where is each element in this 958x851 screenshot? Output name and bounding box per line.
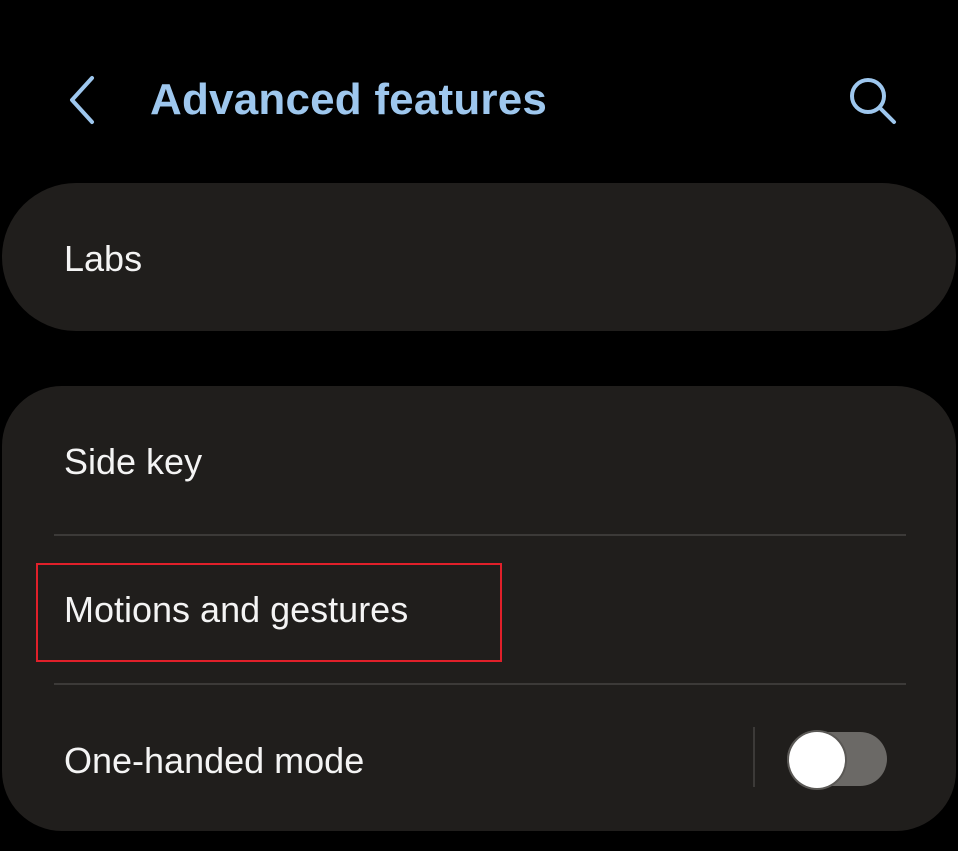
toggle-knob	[789, 732, 845, 788]
chevron-left-icon	[70, 76, 94, 124]
settings-item-label: Motions and gestures	[64, 589, 409, 630]
top-app-bar: Advanced features	[0, 0, 958, 180]
settings-item-label: Labs	[64, 238, 143, 279]
settings-item-motions-and-gestures[interactable]: Motions and gestures	[2, 536, 956, 683]
labs-card: Labs	[2, 183, 956, 331]
vertical-separator	[753, 727, 755, 787]
one-handed-mode-toggle[interactable]	[787, 732, 887, 788]
settings-item-label: One-handed mode	[64, 740, 365, 781]
settings-item-label: Side key	[64, 441, 203, 482]
settings-item-labs[interactable]: Labs	[2, 183, 956, 331]
back-button[interactable]	[58, 70, 108, 130]
search-button[interactable]	[842, 72, 902, 132]
settings-item-side-key[interactable]: Side key	[2, 386, 956, 534]
page-title: Advanced features	[150, 75, 548, 124]
advanced-features-card: Side key Motions and gestures One-handed…	[2, 386, 956, 831]
search-icon	[850, 78, 896, 124]
